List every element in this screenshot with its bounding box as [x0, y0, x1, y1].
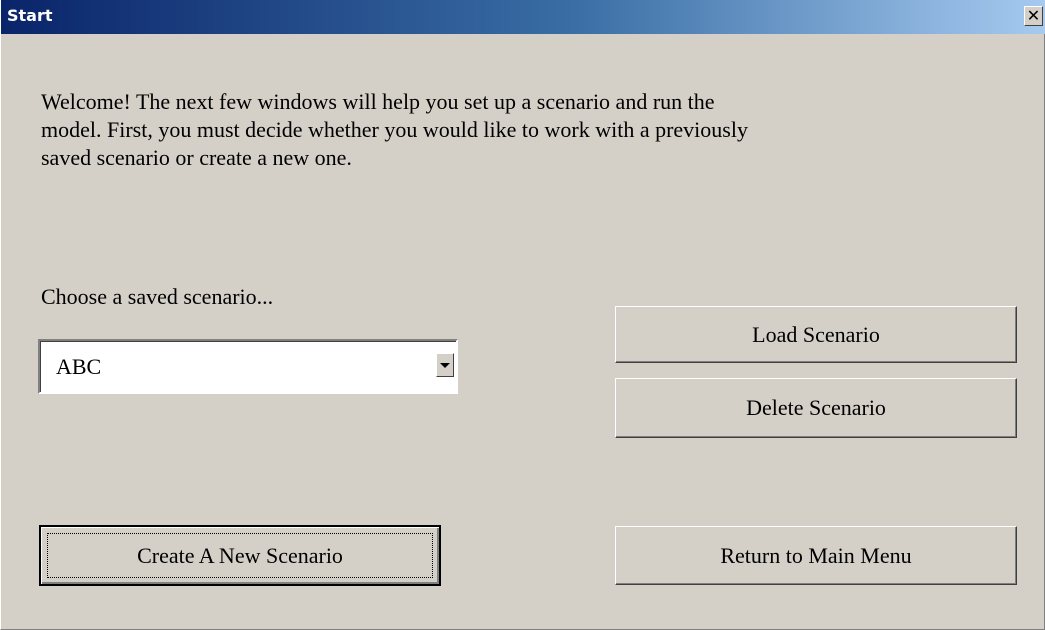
chevron-down-icon	[440, 363, 450, 368]
return-to-main-menu-button[interactable]: Return to Main Menu	[615, 526, 1017, 585]
close-icon: ✕	[1026, 6, 1041, 25]
return-to-main-menu-label: Return to Main Menu	[720, 542, 912, 568]
create-new-scenario-button[interactable]: Create A New Scenario	[39, 525, 441, 586]
delete-scenario-button[interactable]: Delete Scenario	[615, 378, 1017, 438]
create-new-scenario-label: Create A New Scenario	[137, 542, 343, 568]
dropdown-arrow-button[interactable]	[436, 353, 454, 377]
title-bar[interactable]: Start ✕	[1, 0, 1045, 34]
scenario-dropdown-value: ABC	[56, 354, 102, 379]
load-scenario-label: Load Scenario	[752, 321, 880, 347]
scenario-picker-label: Choose a saved scenario...	[41, 284, 274, 309]
scenario-dropdown[interactable]: ABC	[38, 339, 458, 394]
delete-scenario-label: Delete Scenario	[746, 395, 886, 420]
load-scenario-button[interactable]: Load Scenario	[615, 306, 1017, 363]
start-dialog: Start ✕ Welcome! The next few windows wi…	[0, 0, 1045, 630]
welcome-message: Welcome! The next few windows will help …	[41, 89, 748, 170]
close-button[interactable]: ✕	[1024, 6, 1043, 26]
window-title: Start	[7, 6, 53, 25]
